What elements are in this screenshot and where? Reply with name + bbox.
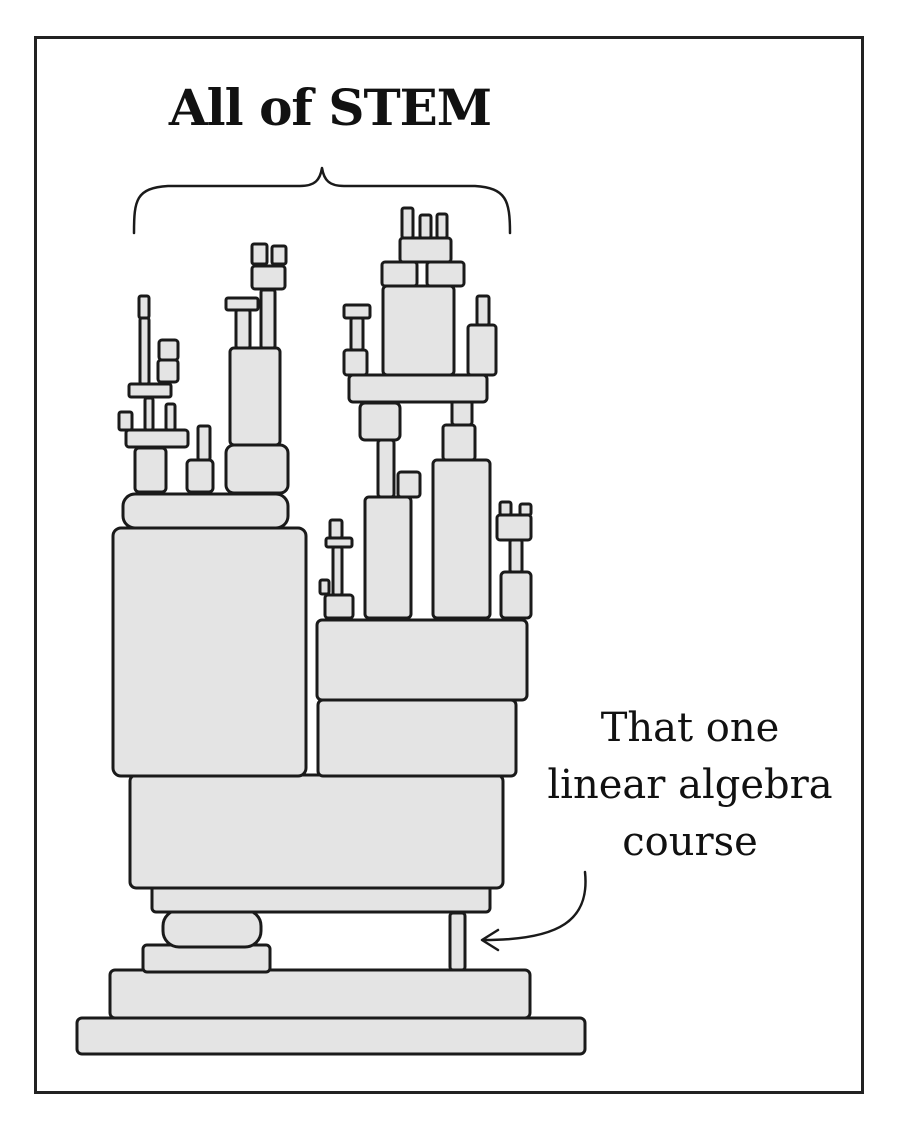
ml-post [234, 308, 252, 350]
ru-cube-left [342, 348, 369, 377]
base-block-3 [141, 943, 272, 974]
rt-column-a [363, 495, 413, 620]
lt-nub [117, 410, 134, 432]
ml-crossbar [224, 296, 260, 312]
ru-hanging-cube [358, 401, 402, 442]
rt-edge-tip-a [498, 500, 513, 517]
label-line-1: That one [600, 705, 780, 751]
rt-column-b [431, 458, 492, 620]
ru-tip-right [475, 294, 491, 327]
ml-post-2 [259, 288, 277, 350]
ru-cap-left [342, 303, 372, 320]
round-support [161, 908, 263, 949]
lt-post [143, 396, 155, 432]
ru-big-block [381, 284, 456, 377]
lt-post-2 [138, 316, 151, 386]
stem-title: All of STEM [168, 78, 492, 137]
rt-edge-post [508, 538, 524, 574]
linear-algebra-label: That one linear algebra course [540, 700, 840, 871]
ml-cube [250, 264, 287, 291]
rt-edge-crossbar [495, 513, 533, 542]
ru-crossbar-l [380, 260, 419, 288]
ru-tip-3 [435, 212, 449, 240]
lt-cube [156, 358, 180, 384]
rt-cube-a [396, 470, 422, 499]
lt-small-block [133, 446, 168, 494]
lt-block-b [185, 458, 215, 494]
left-large-block [111, 526, 308, 778]
rt-small-post-2 [331, 545, 344, 597]
rt-edge-tip-b [518, 502, 533, 517]
rt-block-b [441, 423, 477, 462]
ru-tip-1 [400, 206, 415, 240]
ru-crossbar-r [425, 260, 466, 288]
lt-post-b [196, 424, 212, 462]
rt-small-post [328, 518, 344, 540]
rt-small-nub [318, 578, 331, 596]
lt-cube-2 [157, 338, 180, 362]
ml-column [228, 346, 282, 447]
lt-tip [137, 294, 151, 320]
ml-tip-a [250, 242, 269, 266]
lt-crossbar-2 [127, 382, 173, 399]
ru-cube-top [398, 236, 453, 264]
label-line-3: course [622, 819, 758, 865]
linear-algebra-pillar [448, 911, 467, 972]
ru-platform [347, 373, 489, 404]
left-cap [121, 492, 290, 530]
rt-post-b [450, 398, 474, 427]
lt-crossbar [124, 428, 190, 449]
rt-small-block [323, 593, 355, 620]
main-slab [128, 773, 505, 890]
ru-post-left [349, 316, 365, 352]
lt-nub-2 [164, 402, 177, 432]
base-block-2 [108, 968, 532, 1020]
ml-base [224, 443, 290, 495]
rt-post-a [376, 438, 396, 499]
base-slab [75, 1016, 587, 1056]
ru-tip-2 [418, 213, 433, 240]
label-line-2: linear algebra [547, 762, 833, 808]
ml-tip-b [270, 244, 288, 266]
ru-block-right [466, 323, 498, 377]
right-block-upper [315, 618, 529, 702]
rt-edge-block [499, 570, 533, 620]
block-tower-illustration [75, 166, 587, 1056]
right-block-lower [316, 698, 518, 778]
curly-brace [132, 166, 512, 235]
